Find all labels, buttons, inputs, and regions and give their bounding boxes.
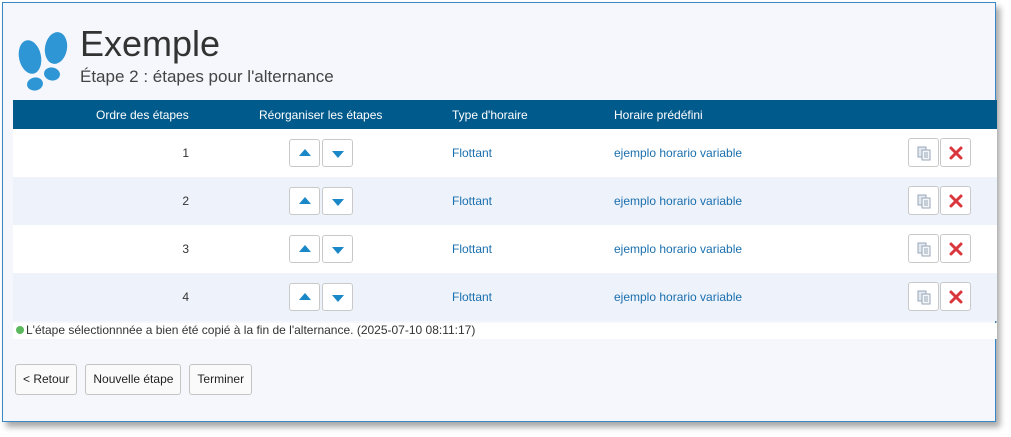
predefined-schedule-link[interactable]: ejemplo horario variable	[614, 290, 742, 304]
reorder-controls	[289, 187, 355, 215]
arrow-up-icon	[299, 245, 311, 252]
delete-button[interactable]	[940, 138, 971, 167]
move-up-button[interactable]	[289, 139, 320, 167]
row-actions	[908, 234, 972, 263]
column-header-schedule: Horaire prédéfini	[614, 108, 703, 122]
copy-icon	[917, 146, 931, 161]
move-up-button[interactable]	[289, 235, 320, 263]
step-order: 3	[182, 242, 189, 256]
schedule-type-link[interactable]: Flottant	[452, 290, 492, 304]
copy-button[interactable]	[908, 282, 939, 311]
reorder-controls	[289, 235, 355, 263]
arrow-up-icon	[299, 197, 311, 204]
footprints-icon	[18, 32, 68, 91]
steps-table: Ordre des étapes Réorganiser les étapes …	[13, 100, 997, 321]
move-down-button[interactable]	[322, 283, 353, 311]
delete-x-icon	[949, 194, 963, 208]
copy-icon	[917, 290, 931, 305]
delete-button[interactable]	[940, 282, 971, 311]
status-message-text: L'étape sélectionnnée a bien été copié à…	[26, 323, 476, 337]
copy-button[interactable]	[908, 138, 939, 167]
table-header: Ordre des étapes Réorganiser les étapes …	[13, 100, 997, 129]
page-title: Exemple	[80, 23, 221, 64]
column-header-order: Ordre des étapes	[96, 108, 189, 122]
app-window: Exemple Étape 2 : étapes pour l'alternan…	[2, 2, 997, 422]
reorder-controls	[289, 139, 355, 167]
table-row: 3 Flottant ejemplo horario variable	[13, 225, 997, 273]
row-actions	[908, 186, 972, 215]
finish-button[interactable]: Terminer	[189, 364, 253, 395]
footer-buttons: < Retour Nouvelle étape Terminer	[15, 364, 260, 395]
delete-x-icon	[949, 242, 963, 256]
predefined-schedule-link[interactable]: ejemplo horario variable	[614, 194, 742, 208]
arrow-down-icon	[332, 247, 344, 254]
success-dot-icon	[16, 326, 24, 334]
step-order: 2	[182, 194, 189, 208]
row-actions	[908, 282, 972, 311]
schedule-type-link[interactable]: Flottant	[452, 242, 492, 256]
schedule-type-link[interactable]: Flottant	[452, 194, 492, 208]
arrow-down-icon	[332, 295, 344, 302]
delete-x-icon	[949, 290, 963, 304]
back-button[interactable]: < Retour	[15, 364, 78, 395]
move-up-button[interactable]	[289, 187, 320, 215]
copy-button[interactable]	[908, 234, 939, 263]
table-row: 4 Flottant ejemplo horario variable	[13, 273, 997, 321]
arrow-down-icon	[332, 199, 344, 206]
page-subtitle: Étape 2 : étapes pour l'alternance	[80, 67, 334, 86]
move-down-button[interactable]	[322, 139, 353, 167]
delete-button[interactable]	[940, 234, 971, 263]
predefined-schedule-link[interactable]: ejemplo horario variable	[614, 242, 742, 256]
step-order: 1	[182, 146, 189, 160]
page-header: Exemple Étape 2 : étapes pour l'alternan…	[13, 23, 413, 93]
move-up-button[interactable]	[289, 283, 320, 311]
copy-icon	[917, 242, 931, 257]
move-down-button[interactable]	[322, 235, 353, 263]
arrow-up-icon	[299, 293, 311, 300]
new-step-button[interactable]: Nouvelle étape	[85, 364, 182, 395]
arrow-up-icon	[299, 149, 311, 156]
step-order: 4	[182, 290, 189, 304]
table-row: 1 Flottant ejemplo horario variable	[13, 129, 997, 177]
column-header-reorder: Réorganiser les étapes	[259, 108, 383, 122]
move-down-button[interactable]	[322, 187, 353, 215]
copy-button[interactable]	[908, 186, 939, 215]
status-message: L'étape sélectionnnée a bien été copié à…	[13, 323, 997, 339]
delete-button[interactable]	[940, 186, 971, 215]
table-row: 2 Flottant ejemplo horario variable	[13, 177, 997, 225]
schedule-type-link[interactable]: Flottant	[452, 146, 492, 160]
predefined-schedule-link[interactable]: ejemplo horario variable	[614, 146, 742, 160]
copy-icon	[917, 194, 931, 209]
arrow-down-icon	[332, 151, 344, 158]
column-header-type: Type d'horaire	[452, 108, 528, 122]
row-actions	[908, 138, 972, 167]
delete-x-icon	[949, 146, 963, 160]
reorder-controls	[289, 283, 355, 311]
